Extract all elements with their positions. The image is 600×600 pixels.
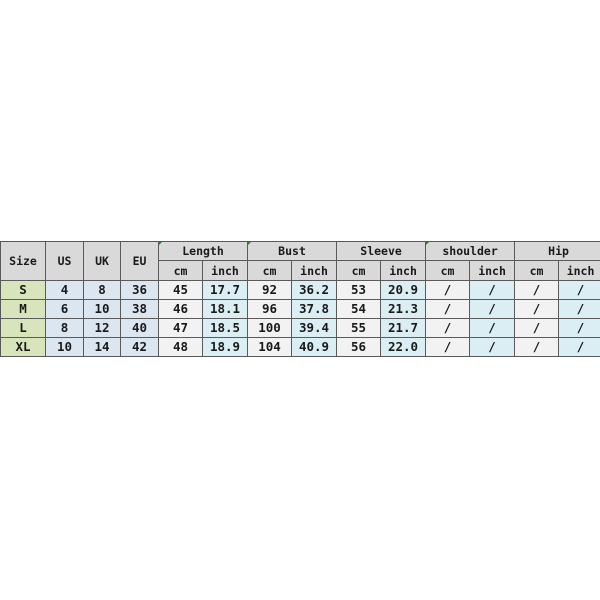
header-length: Length <box>157 241 249 261</box>
header-shoulder-cm: cm <box>425 260 471 281</box>
table-row: M 6 10 38 46 18.1 96 37.8 54 21.3 / / / … <box>0 299 600 319</box>
cell-sleeve-cm: 56 <box>336 337 382 357</box>
cell-length-cm: 47 <box>158 318 203 338</box>
cell-length-inch: 18.1 <box>201 299 249 319</box>
cell-hip-cm: / <box>514 318 560 338</box>
header-us: US <box>45 241 84 281</box>
cell-sleeve-cm: 53 <box>336 280 382 300</box>
cell-sleeve-inch: 20.9 <box>380 280 427 300</box>
cell-hip-cm: / <box>514 337 560 357</box>
cell-uk: 8 <box>83 280 121 300</box>
header-hip: Hip <box>514 241 600 261</box>
header-row-groups: Size US UK EU Length Bust Sleeve shoulde… <box>0 241 600 281</box>
cell-bust-inch: 39.4 <box>291 318 338 338</box>
size-chart-table: Size US UK EU Length Bust Sleeve shoulde… <box>0 241 600 357</box>
cell-shoulder-cm: / <box>425 299 471 319</box>
cell-hip-cm: / <box>514 299 560 319</box>
table-row: L 8 12 40 47 18.5 100 39.4 55 21.7 / / /… <box>0 318 600 338</box>
cell-us: 4 <box>45 280 84 300</box>
cell-eu: 40 <box>120 318 159 338</box>
cell-eu: 42 <box>120 337 159 357</box>
cell-shoulder-cm: / <box>425 318 471 338</box>
cell-us: 10 <box>45 337 84 357</box>
cell-size: M <box>0 299 46 319</box>
cell-shoulder-cm: / <box>425 280 471 300</box>
header-size: Size <box>0 241 46 281</box>
cell-length-cm: 48 <box>158 337 203 357</box>
cell-eu: 36 <box>120 280 159 300</box>
cell-shoulder-cm: / <box>425 337 471 357</box>
cell-length-inch: 18.9 <box>201 337 249 357</box>
header-sleeve: Sleeve <box>336 241 427 261</box>
cell-sleeve-inch: 22.0 <box>380 337 427 357</box>
header-uk: UK <box>83 241 121 281</box>
cell-bust-cm: 104 <box>247 337 293 357</box>
cell-sleeve-inch: 21.7 <box>380 318 427 338</box>
cell-bust-cm: 96 <box>247 299 293 319</box>
table-row: XL 10 14 42 48 18.9 104 40.9 56 22.0 / /… <box>0 337 600 357</box>
cell-bust-inch: 40.9 <box>291 337 338 357</box>
header-shoulder: shoulder <box>425 241 516 261</box>
cell-us: 8 <box>45 318 84 338</box>
header-bust-inch: inch <box>291 260 338 281</box>
header-shoulder-inch: inch <box>469 260 516 281</box>
cell-us: 6 <box>45 299 84 319</box>
cell-bust-inch: 37.8 <box>291 299 338 319</box>
cell-shoulder-inch: / <box>469 299 516 319</box>
cell-shoulder-inch: / <box>469 318 516 338</box>
cell-hip-inch: / <box>558 299 600 319</box>
header-bust: Bust <box>247 241 338 261</box>
header-sleeve-cm: cm <box>336 260 382 281</box>
cell-shoulder-inch: / <box>469 337 516 357</box>
cell-size: L <box>0 318 46 338</box>
cell-bust-cm: 92 <box>247 280 293 300</box>
cell-sleeve-cm: 55 <box>336 318 382 338</box>
cell-size: S <box>0 280 46 300</box>
cell-bust-cm: 100 <box>247 318 293 338</box>
header-length-inch: inch <box>201 260 249 281</box>
cell-uk: 14 <box>83 337 121 357</box>
cell-length-inch: 17.7 <box>201 280 249 300</box>
cell-uk: 12 <box>83 318 121 338</box>
cell-size: XL <box>0 337 46 357</box>
cell-length-cm: 45 <box>158 280 203 300</box>
cell-bust-inch: 36.2 <box>291 280 338 300</box>
cell-length-inch: 18.5 <box>201 318 249 338</box>
cell-hip-cm: / <box>514 280 560 300</box>
cell-hip-inch: / <box>558 337 600 357</box>
cell-hip-inch: / <box>558 280 600 300</box>
cell-uk: 10 <box>83 299 121 319</box>
table-row: S 4 8 36 45 17.7 92 36.2 53 20.9 / / / / <box>0 280 600 300</box>
size-chart: Size US UK EU Length Bust Sleeve shoulde… <box>0 241 600 357</box>
header-hip-inch: inch <box>558 260 600 281</box>
cell-shoulder-inch: / <box>469 280 516 300</box>
header-length-cm: cm <box>158 260 203 281</box>
header-hip-cm: cm <box>514 260 560 281</box>
header-eu: EU <box>120 241 159 281</box>
cell-sleeve-inch: 21.3 <box>380 299 427 319</box>
cell-sleeve-cm: 54 <box>336 299 382 319</box>
header-bust-cm: cm <box>247 260 293 281</box>
cell-eu: 38 <box>120 299 159 319</box>
cell-hip-inch: / <box>558 318 600 338</box>
cell-length-cm: 46 <box>158 299 203 319</box>
header-sleeve-inch: inch <box>380 260 427 281</box>
